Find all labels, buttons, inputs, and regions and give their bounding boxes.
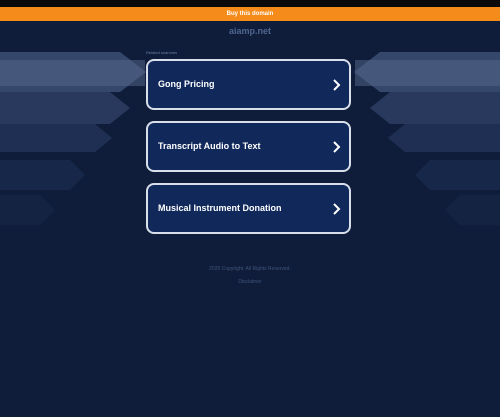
disclaimer-link[interactable]: Disclaimer	[0, 279, 500, 285]
search-item-label: Transcript Audio to Text	[158, 141, 261, 151]
top-bar	[0, 0, 500, 7]
page: Buy this domain aiamp.net Related search…	[0, 0, 500, 417]
search-item-label: Musical Instrument Donation	[158, 203, 282, 213]
related-searches-label: Related searches	[146, 50, 178, 55]
copyright-text: 2025 Copyright. All Rights Reserved.	[209, 266, 291, 272]
chevron-right-icon	[333, 141, 341, 153]
search-item-musical-instrument[interactable]: Musical Instrument Donation	[146, 183, 351, 234]
buy-domain-banner[interactable]: Buy this domain	[0, 7, 500, 21]
chevron-right-icon	[333, 203, 341, 215]
domain-title: aiamp.net	[228, 26, 271, 36]
search-item-gong-pricing[interactable]: Gong Pricing	[146, 59, 351, 110]
search-item-transcript-audio[interactable]: Transcript Audio to Text	[146, 121, 351, 172]
chevron-right-icon	[333, 79, 341, 91]
search-item-label: Gong Pricing	[158, 79, 215, 89]
